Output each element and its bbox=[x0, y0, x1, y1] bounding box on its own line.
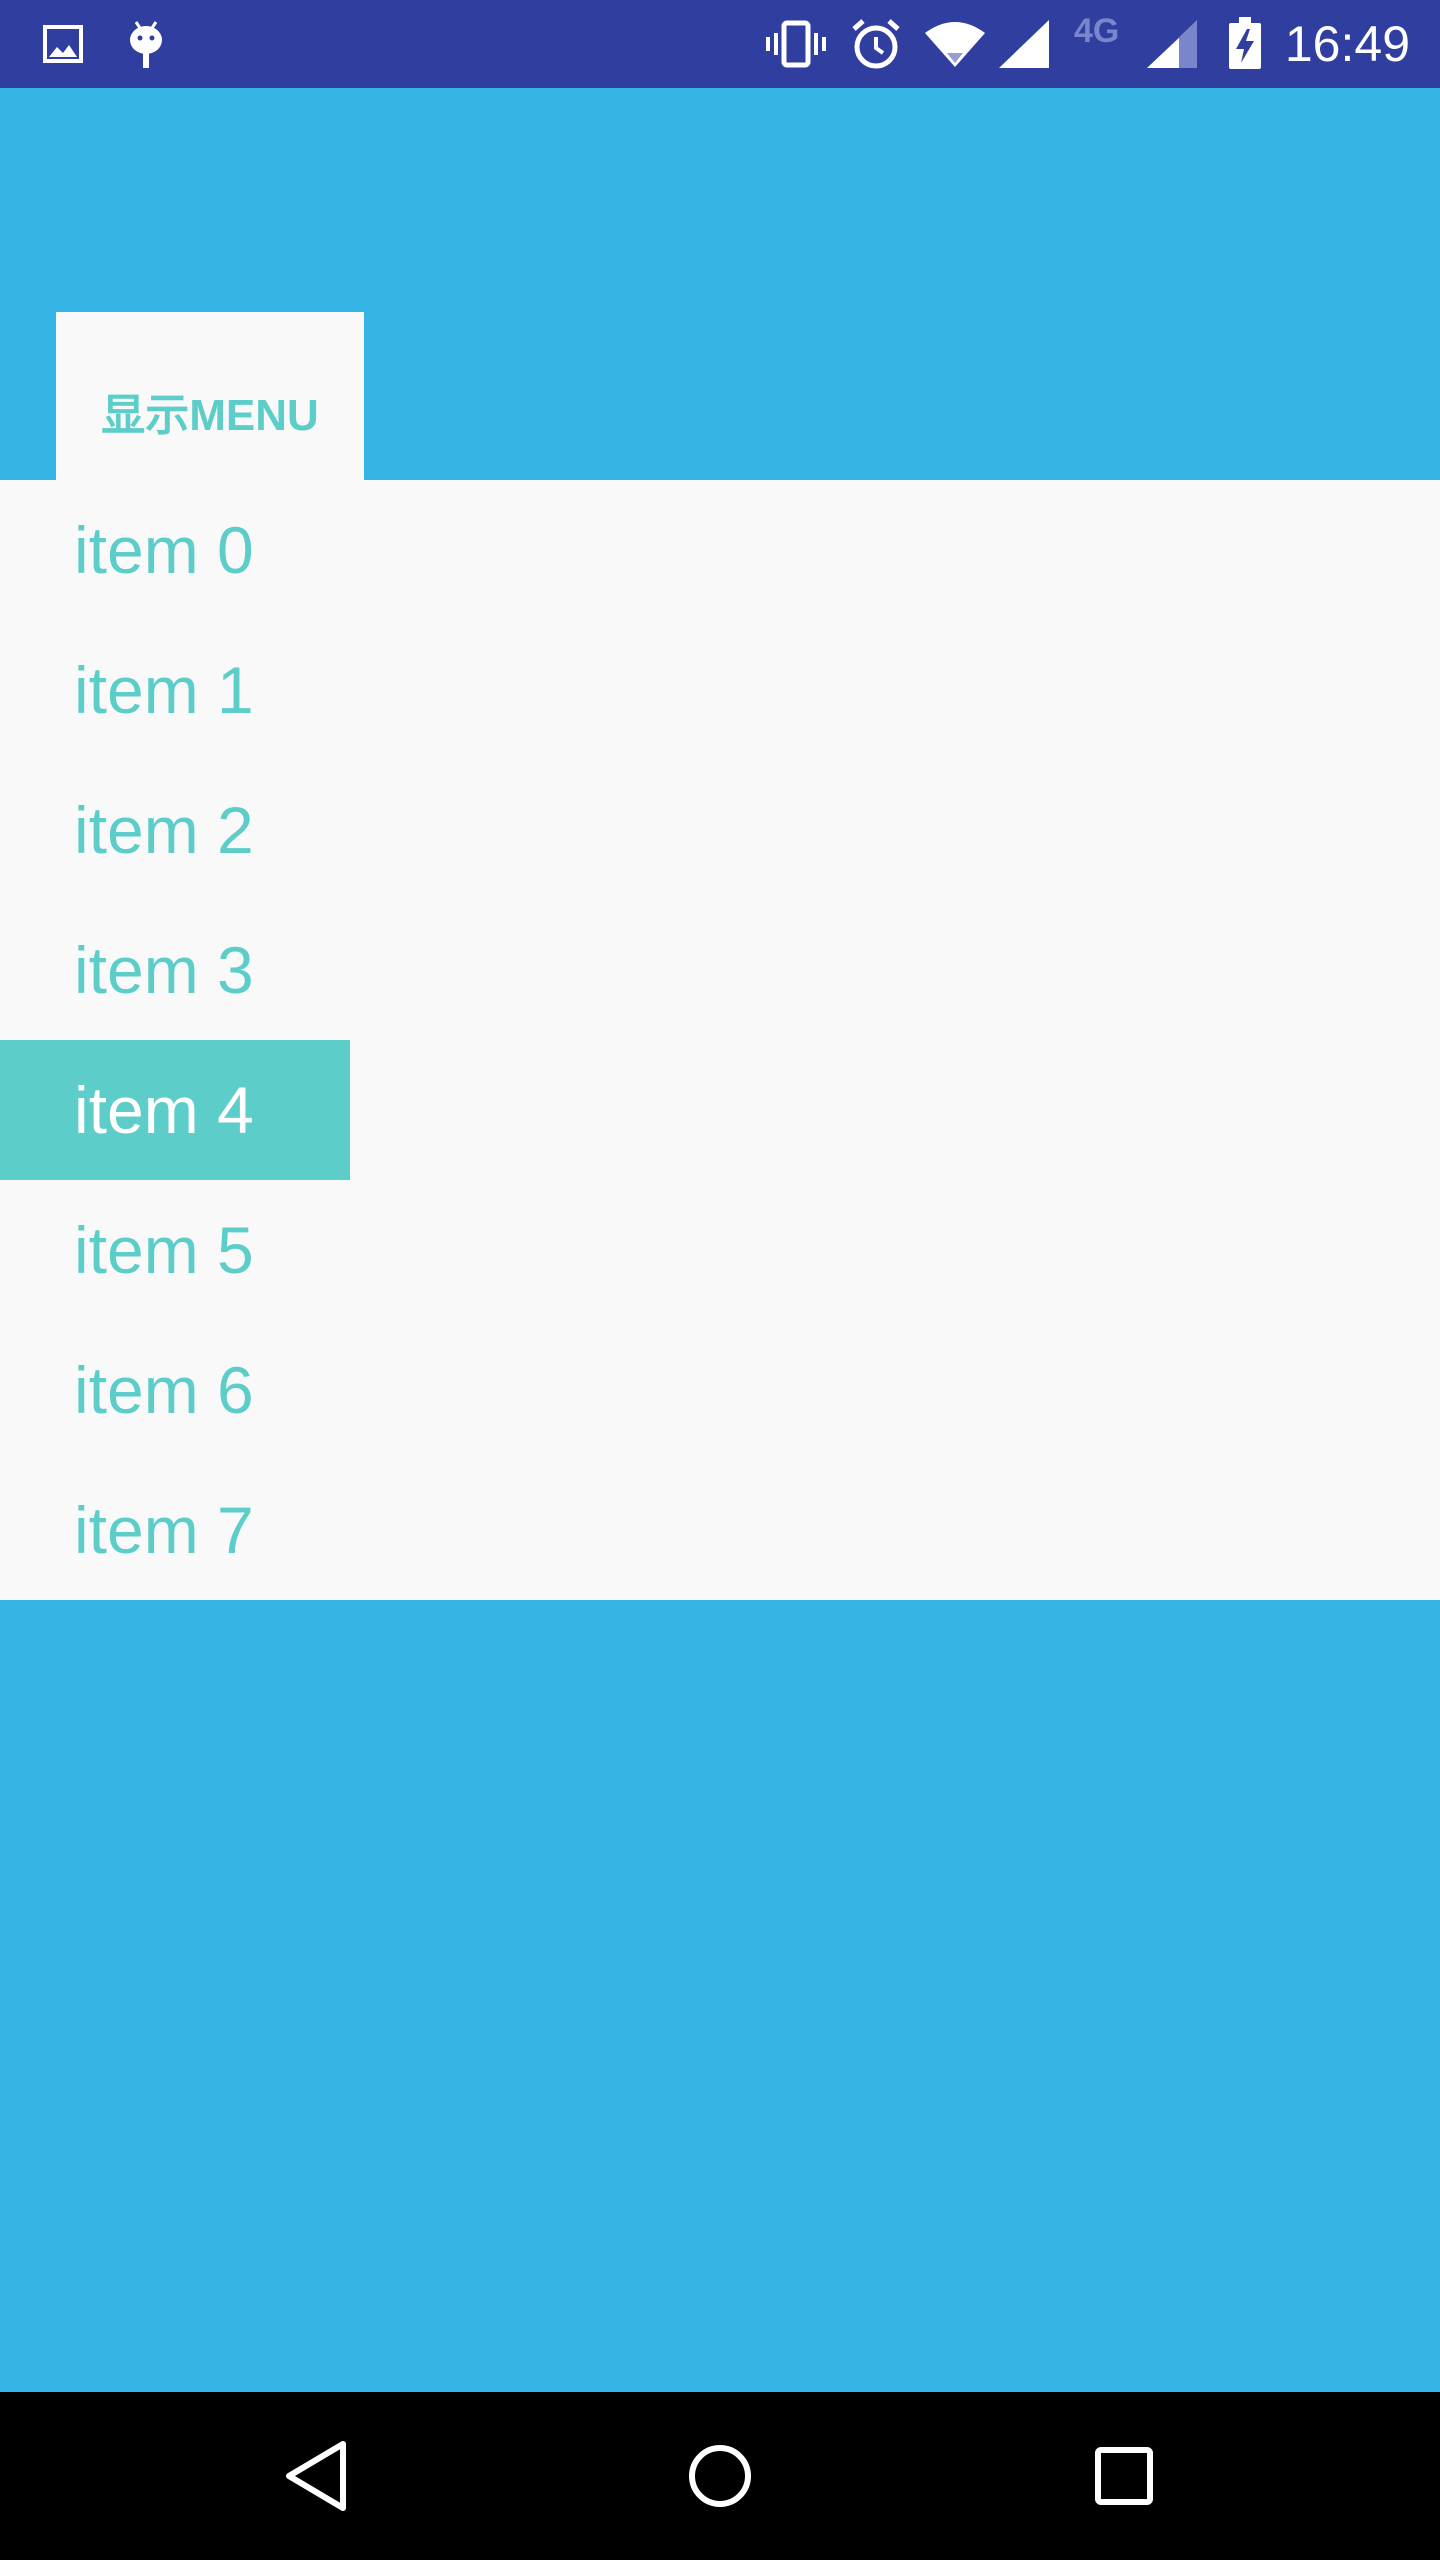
menu-item-5[interactable]: item 5 bbox=[0, 1180, 1440, 1320]
status-time: 16:49 bbox=[1284, 16, 1410, 72]
menu-item-0[interactable]: item 0 bbox=[0, 480, 1440, 620]
signal-icon bbox=[996, 18, 1052, 70]
home-icon[interactable] bbox=[670, 2426, 770, 2526]
menu-item-7[interactable]: item 7 bbox=[0, 1460, 1440, 1600]
network-type-label: 4G bbox=[1074, 12, 1120, 50]
show-menu-button[interactable]: 显示MENU bbox=[56, 312, 364, 482]
navigation-bar bbox=[0, 2392, 1440, 2560]
menu-item-2[interactable]: item 2 bbox=[0, 760, 1440, 900]
back-icon[interactable] bbox=[266, 2426, 366, 2526]
menu-item-1[interactable]: item 1 bbox=[0, 620, 1440, 760]
image-icon bbox=[40, 18, 86, 70]
android-icon bbox=[124, 18, 168, 70]
menu-item-3[interactable]: item 3 bbox=[0, 900, 1440, 1040]
vibrate-icon bbox=[764, 18, 828, 70]
status-bar: 4G 16:49 bbox=[0, 0, 1440, 88]
app-screen: 4G 16:49 显示MENU item 0 item 1 item 2 ite… bbox=[0, 0, 1440, 2560]
menu-item-6[interactable]: item 6 bbox=[0, 1320, 1440, 1460]
signal-4g-icon bbox=[1144, 18, 1200, 70]
dropdown-menu: item 0 item 1 item 2 item 3 item 4 item … bbox=[0, 480, 1440, 1600]
recents-icon[interactable] bbox=[1074, 2426, 1174, 2526]
menu-item-4-selected[interactable]: item 4 bbox=[0, 1040, 350, 1180]
wifi-icon bbox=[922, 18, 988, 70]
battery-charging-icon bbox=[1224, 17, 1266, 70]
alarm-icon bbox=[848, 18, 904, 70]
